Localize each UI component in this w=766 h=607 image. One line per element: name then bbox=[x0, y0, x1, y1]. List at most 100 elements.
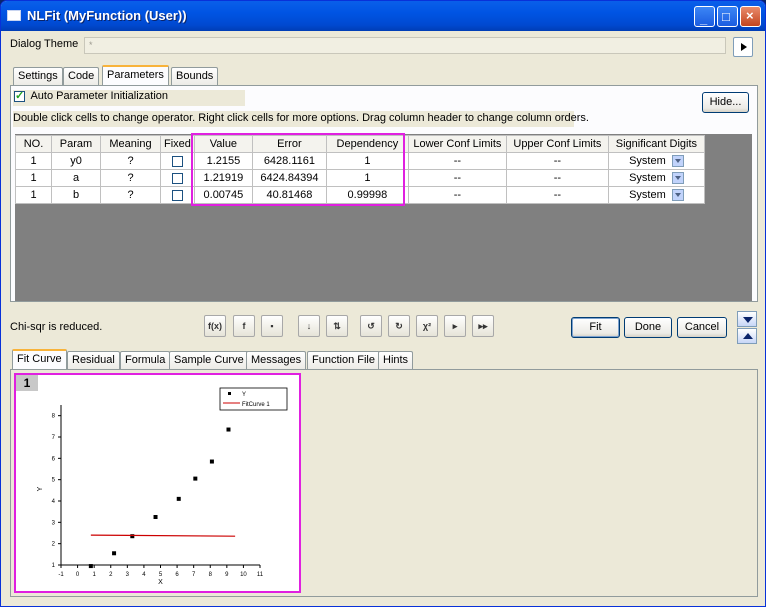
x-tick-label: 11 bbox=[257, 572, 264, 578]
digits-value: System bbox=[629, 154, 666, 167]
dialog-theme-input[interactable]: * bbox=[84, 37, 726, 54]
cell-fixed[interactable] bbox=[160, 169, 195, 187]
tab-settings[interactable]: Settings bbox=[13, 67, 63, 85]
cell-meaning[interactable]: ? bbox=[100, 152, 161, 170]
y-tick-label: 5 bbox=[52, 478, 56, 484]
fixed-checkbox[interactable] bbox=[171, 189, 183, 201]
cell-digits[interactable]: System bbox=[607, 186, 705, 204]
cell-no[interactable]: 1 bbox=[15, 169, 52, 187]
dropdown-arrow-icon[interactable] bbox=[671, 155, 684, 168]
redo-icon[interactable]: ↻ bbox=[388, 315, 410, 337]
maximize-button[interactable]: □ bbox=[717, 6, 738, 27]
undo-icon[interactable]: ↺ bbox=[360, 315, 382, 337]
x-tick-label: 1 bbox=[92, 572, 96, 578]
hide-button[interactable]: Hide... bbox=[702, 92, 749, 113]
data-point bbox=[153, 515, 158, 519]
digits-value: System bbox=[629, 188, 666, 201]
col-header-param[interactable]: Param bbox=[51, 135, 101, 153]
cell-param[interactable]: a bbox=[51, 169, 101, 187]
cell-no[interactable]: 1 bbox=[15, 186, 52, 204]
hint-text: Double click cells to change operator. R… bbox=[13, 111, 589, 127]
tab-sample-curve[interactable]: Sample Curve bbox=[169, 351, 249, 369]
done-button[interactable]: Done bbox=[624, 317, 672, 338]
cell-param[interactable]: y0 bbox=[51, 152, 101, 170]
cell-lower-conf[interactable]: -- bbox=[407, 169, 507, 187]
tab-hints[interactable]: Hints bbox=[378, 351, 414, 369]
close-button[interactable]: × bbox=[740, 6, 761, 27]
data-point bbox=[130, 534, 135, 539]
cell-lower-conf[interactable]: -- bbox=[407, 186, 507, 204]
cell-digits[interactable]: System bbox=[607, 152, 705, 170]
dropdown-arrow-icon[interactable] bbox=[671, 189, 684, 202]
collapse-up-icon[interactable] bbox=[737, 311, 757, 327]
x-tick-label: 2 bbox=[109, 572, 113, 578]
data-point bbox=[176, 496, 181, 501]
cell-digits[interactable]: System bbox=[607, 169, 705, 187]
cell-param[interactable]: b bbox=[51, 186, 101, 204]
save-icon[interactable]: ▪ bbox=[261, 315, 283, 337]
x-tick-label: 10 bbox=[240, 572, 247, 578]
fit-button[interactable]: Fit bbox=[571, 317, 620, 338]
legend-label-y: Y bbox=[242, 392, 246, 398]
dropdown-arrow-icon[interactable] bbox=[671, 172, 684, 185]
dialog-theme-label: Dialog Theme bbox=[10, 38, 79, 50]
initialize-params-icon[interactable]: f(x) bbox=[204, 315, 226, 337]
col-header-no[interactable]: NO. bbox=[15, 135, 52, 153]
cell-upper-conf[interactable]: -- bbox=[505, 169, 609, 187]
cell-fixed[interactable] bbox=[160, 186, 195, 204]
fit-curve-line bbox=[90, 534, 236, 537]
digits-value: System bbox=[629, 171, 666, 184]
fixed-checkbox[interactable] bbox=[171, 155, 183, 167]
expand-up-icon[interactable] bbox=[737, 328, 757, 344]
fit-until-converged-icon[interactable]: ▸▸ bbox=[472, 315, 494, 337]
auto-param-row: Auto Parameter Initialization bbox=[13, 89, 245, 106]
cell-lower-conf[interactable]: -- bbox=[407, 152, 507, 170]
theme-menu-arrow-icon[interactable] bbox=[733, 37, 753, 57]
swap-icon[interactable]: ⇅ bbox=[326, 315, 348, 337]
tab-formula[interactable]: Formula bbox=[120, 351, 171, 369]
title-bar: NLFit (MyFunction (User)) _ □ × bbox=[1, 1, 765, 31]
cell-upper-conf[interactable]: -- bbox=[505, 152, 609, 170]
col-header-meaning[interactable]: Meaning bbox=[100, 135, 161, 153]
data-point bbox=[209, 459, 214, 464]
cell-no[interactable]: 1 bbox=[15, 152, 52, 170]
one-iteration-icon[interactable]: ▸ bbox=[444, 315, 466, 337]
tab-code[interactable]: Code bbox=[63, 67, 100, 85]
x-tick-label: 3 bbox=[126, 572, 130, 578]
chi-square-icon[interactable]: χ² bbox=[416, 315, 438, 337]
cell-upper-conf[interactable]: -- bbox=[505, 186, 609, 204]
y-tick-label: 4 bbox=[52, 499, 56, 505]
col-header-fixed[interactable]: Fixed bbox=[160, 135, 195, 153]
fixed-checkbox[interactable] bbox=[171, 172, 183, 184]
tab-messages[interactable]: Messages bbox=[246, 351, 307, 369]
status-text: Chi-sqr is reduced. bbox=[10, 321, 103, 333]
legend-marker-y bbox=[228, 392, 231, 395]
col-header-significant-digits[interactable]: Significant Digits bbox=[607, 135, 705, 153]
cell-meaning[interactable]: ? bbox=[100, 169, 161, 187]
x-tick-label: 0 bbox=[76, 572, 80, 578]
window-title: NLFit (MyFunction (User)) bbox=[27, 8, 187, 23]
auto-param-checkbox[interactable] bbox=[14, 89, 25, 102]
cancel-button[interactable]: Cancel bbox=[677, 317, 727, 338]
value-error-dependency-highlight bbox=[191, 133, 405, 206]
tab-residual[interactable]: Residual bbox=[67, 351, 120, 369]
x-tick-label: 6 bbox=[175, 572, 179, 578]
graph-area: 1 -1 0 1 2 3 4 5 6 7 8 9 10 11 1 2 3 4 5 6 7 8 X Y Y FitCurve 1 bbox=[14, 373, 301, 593]
sort-icon[interactable]: ↓ bbox=[298, 315, 320, 337]
col-header-lower-conf[interactable]: Lower Conf Limits bbox=[407, 135, 507, 153]
y-tick-label: 3 bbox=[52, 520, 56, 526]
x-tick-label: 9 bbox=[225, 572, 229, 578]
data-point bbox=[88, 564, 93, 569]
col-header-upper-conf[interactable]: Upper Conf Limits bbox=[505, 135, 609, 153]
tab-bounds[interactable]: Bounds bbox=[171, 67, 219, 85]
view-function-icon[interactable]: f bbox=[233, 315, 255, 337]
tab-parameters[interactable]: Parameters bbox=[102, 65, 169, 85]
cell-fixed[interactable] bbox=[160, 152, 195, 170]
y-tick-label: 2 bbox=[52, 542, 56, 548]
app-icon bbox=[7, 10, 21, 21]
y-tick-label: 7 bbox=[52, 435, 56, 441]
tab-fit-curve[interactable]: Fit Curve bbox=[12, 349, 67, 369]
cell-meaning[interactable]: ? bbox=[100, 186, 161, 204]
tab-function-file[interactable]: Function File bbox=[307, 351, 380, 369]
minimize-button[interactable]: _ bbox=[694, 6, 715, 27]
